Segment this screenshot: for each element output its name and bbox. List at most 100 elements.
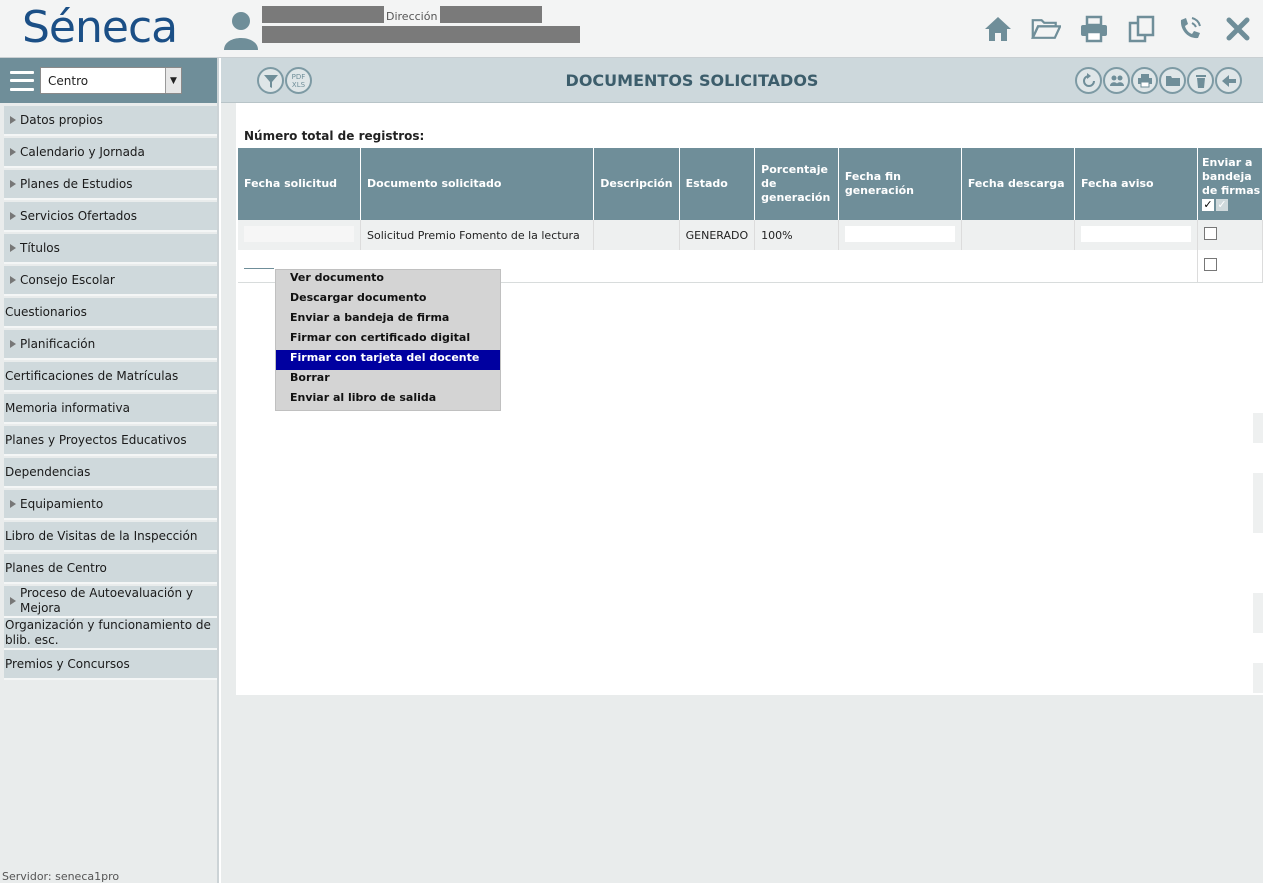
redacted-name [262, 6, 384, 23]
sidebar-item-label: Libro de Visitas de la Inspección [5, 528, 198, 543]
context-menu-item[interactable]: Descargar documento [276, 290, 500, 310]
expand-arrow-icon [10, 340, 16, 348]
page-title: DOCUMENTOS SOLICITADOS [565, 71, 819, 90]
home-icon[interactable] [983, 14, 1013, 44]
expand-arrow-icon [10, 276, 16, 284]
sidebar-item[interactable]: Organización y funcionamiento de blib. e… [4, 618, 217, 650]
cell-fecha-descarga [961, 220, 1075, 250]
sidebar-item[interactable]: Planes de Centro [4, 554, 217, 584]
cell-descripcion [593, 220, 680, 250]
sidebar-item[interactable]: Certificaciones de Matrículas [4, 362, 217, 392]
printer-icon[interactable] [1079, 14, 1109, 44]
sidebar-item-label: Servicios Ofertados [20, 208, 137, 223]
context-menu-item[interactable]: Enviar a bandeja de firma [276, 310, 500, 330]
header-icon-bar [983, 14, 1253, 44]
expand-arrow-icon [10, 116, 16, 124]
expand-arrow-icon [10, 180, 16, 188]
trash-icon[interactable] [1187, 67, 1214, 94]
expand-arrow-icon [10, 597, 16, 605]
sidebar-item[interactable]: Proceso de Autoevaluación y Mejora [4, 586, 217, 618]
col-documento[interactable]: Documento solicitado [360, 148, 595, 220]
phone-icon[interactable] [1175, 14, 1205, 44]
chevron-down-icon[interactable]: ▼ [165, 68, 181, 93]
sidebar-item-label: Calendario y Jornada [20, 144, 145, 159]
sidebar-item-label: Consejo Escolar [20, 272, 115, 287]
col-fecha-fin[interactable]: Fecha fin generación [838, 148, 962, 220]
folder-open-icon[interactable] [1031, 14, 1061, 44]
sidebar-item-label: Equipamiento [20, 496, 104, 511]
sidebar-item[interactable]: Datos propios [4, 106, 217, 136]
total-records-value [428, 128, 449, 140]
sidebar-item[interactable]: Planificación [4, 330, 217, 360]
table-row[interactable]: Solicitud Premio Fomento de la lectura G… [238, 220, 1263, 250]
hamburger-menu-icon[interactable] [10, 70, 34, 91]
sidebar-item[interactable]: Equipamiento [4, 490, 217, 520]
context-menu-item[interactable]: Ver documento [276, 270, 500, 290]
sidebar-item[interactable]: Cuestionarios [4, 298, 217, 328]
sidebar-item-label: Organización y funcionamiento de blib. e… [5, 618, 211, 647]
sidebar-item[interactable]: Consejo Escolar [4, 266, 217, 296]
expand-arrow-icon [10, 500, 16, 508]
redacted-center [262, 26, 580, 43]
sidebar-item[interactable]: Servicios Ofertados [4, 202, 217, 232]
sidebar-item[interactable]: Libro de Visitas de la Inspección [4, 522, 217, 552]
sidebar-item-label: Planificación [20, 336, 96, 351]
sidebar-item[interactable]: Títulos [4, 234, 217, 264]
sidebar-item-label: Certificaciones de Matrículas [5, 368, 179, 383]
col-fecha-descarga[interactable]: Fecha descarga [961, 148, 1075, 220]
context-menu-item[interactable]: Borrar [276, 370, 500, 390]
side-strip [1253, 663, 1263, 693]
logo-text: Séneca [22, 2, 178, 53]
close-icon[interactable] [1223, 14, 1253, 44]
direction-label: Dirección [386, 10, 438, 23]
user-icon[interactable] [222, 10, 260, 50]
expand-arrow-icon [10, 212, 16, 220]
sidebar-item[interactable]: Dependencias [4, 458, 217, 488]
cell-documento: Solicitud Premio Fomento de la lectura [360, 220, 595, 250]
total-records-label: Número total de registros: [244, 128, 449, 143]
context-select-value: Centro [48, 73, 89, 88]
context-menu-item[interactable]: Firmar con tarjeta del docente [276, 350, 500, 370]
expand-arrow-icon [10, 148, 16, 156]
server-footer: Servidor: seneca1pro [2, 870, 120, 883]
col-fecha-solicitud[interactable]: Fecha solicitud [238, 148, 361, 220]
content-toolbar: PDF XLS DOCUMENTOS SOLICITADOS [221, 58, 1263, 103]
refresh-icon[interactable] [1075, 67, 1102, 94]
col-enviar-bandeja[interactable]: Enviar a bandeja de firmas ✓ ✓ [1197, 148, 1263, 220]
side-strip [1253, 473, 1263, 533]
sidebar-item-label: Planes de Estudios [20, 176, 133, 191]
row-checkbox[interactable] [1203, 257, 1217, 271]
sidebar-item[interactable]: Memoria informativa [4, 394, 217, 424]
col-porcentaje[interactable]: Porcentaje de generación [754, 148, 839, 220]
users-icon[interactable] [1103, 67, 1130, 94]
col-descripcion[interactable]: Descripción [593, 148, 680, 220]
cell-fecha-fin [838, 220, 962, 250]
documents-table: Fecha solicitud Documento solicitado Des… [238, 148, 1263, 283]
context-select[interactable]: Centro ▼ [40, 67, 182, 94]
col-enviar-bandeja-label: Enviar a bandeja de firmas [1201, 156, 1261, 197]
sidebar-item-label: Planes de Centro [5, 560, 107, 575]
cell-fecha-aviso [1074, 220, 1198, 250]
app-header: Séneca Dirección [0, 0, 1263, 58]
col-estado[interactable]: Estado [679, 148, 756, 220]
total-records-text: Número total de registros: [244, 129, 425, 143]
copy-icon[interactable] [1127, 14, 1157, 44]
context-menu-item[interactable]: Firmar con certificado digital [276, 330, 500, 350]
print-icon[interactable] [1131, 67, 1158, 94]
row-checkbox[interactable] [1203, 227, 1217, 240]
seneca-logo[interactable]: Séneca [22, 2, 178, 53]
side-strip [1253, 593, 1263, 633]
expand-arrow-icon [10, 244, 16, 252]
sidebar-item[interactable]: Calendario y Jornada [4, 138, 217, 168]
select-all-checks[interactable]: ✓ ✓ [1201, 198, 1262, 212]
sidebar-item-label: Cuestionarios [5, 304, 87, 319]
sidebar-item[interactable]: Planes y Proyectos Educativos [4, 426, 217, 456]
table-header-row: Fecha solicitud Documento solicitado Des… [238, 148, 1263, 220]
col-fecha-aviso[interactable]: Fecha aviso [1074, 148, 1198, 220]
context-menu-item[interactable]: Enviar al libro de salida [276, 390, 500, 410]
back-icon[interactable] [1215, 67, 1242, 94]
sidebar-item[interactable]: Planes de Estudios [4, 170, 217, 200]
side-strip [1253, 413, 1263, 443]
folder-icon[interactable] [1159, 67, 1186, 94]
sidebar-item[interactable]: Premios y Concursos [4, 650, 217, 680]
